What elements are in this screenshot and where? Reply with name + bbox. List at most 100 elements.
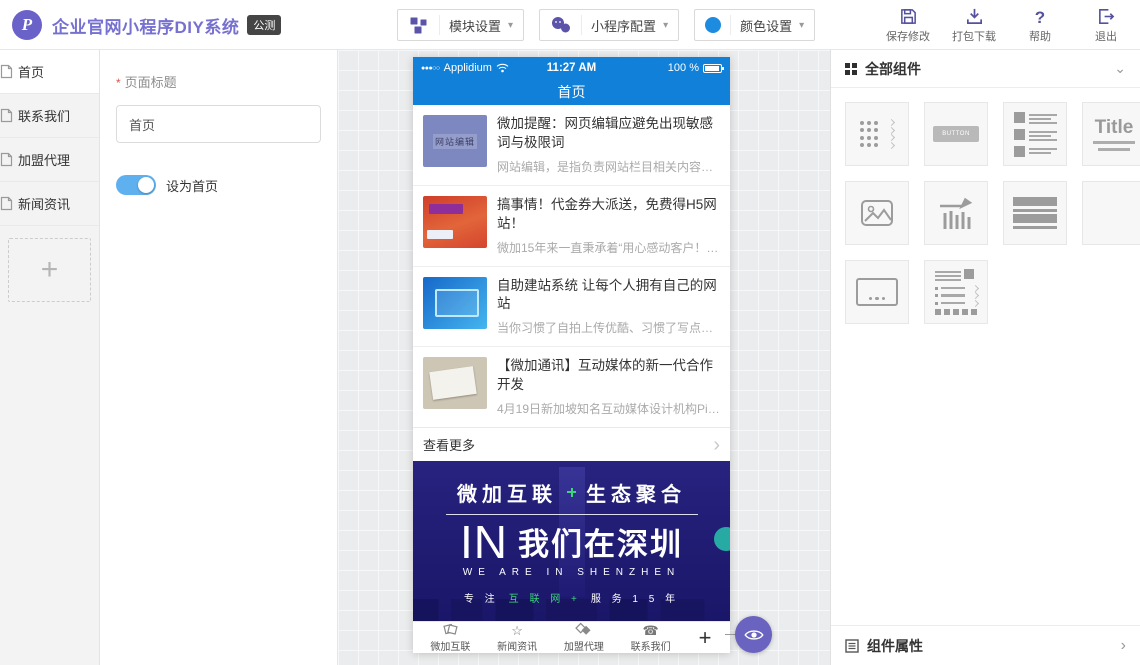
page-properties-panel: *页面标题 设为首页 xyxy=(100,50,338,665)
components-panel-title: 全部组件 xyxy=(865,59,921,79)
component-tile-chart[interactable] xyxy=(924,181,988,245)
news-item[interactable]: 【微加通讯】互动媒体的新一代合作开发 4月19日新加坡知名互动媒体设计机构Pin… xyxy=(413,346,730,427)
chart-arrow-component-icon xyxy=(938,197,974,229)
tab-news[interactable]: ☆ 新闻资讯 xyxy=(484,622,551,653)
news-item[interactable]: 搞事情！代金券大派送，免费得H5网站！ 微加15年来一直秉承着“用心感动客户！”… xyxy=(413,185,730,266)
components-panel-header[interactable]: 全部组件 ⌄ xyxy=(831,50,1140,88)
beta-badge: 公测 xyxy=(247,15,281,35)
component-tile-title[interactable]: Title xyxy=(1082,102,1140,166)
miniprogram-config-label: 小程序配置 xyxy=(591,16,656,35)
page-list-sidebar: 首页 联系我们 加盟代理 新闻资讯 + xyxy=(0,50,100,665)
sidebar-item-contact[interactable]: 联系我们 xyxy=(0,94,99,138)
set-home-label: 设为首页 xyxy=(166,176,218,195)
set-home-toggle[interactable] xyxy=(116,175,156,195)
brand: P 企业官网小程序DIY系统 公测 xyxy=(12,10,281,40)
news-summary: 当你习惯了自拍上传优酷、习惯了写点小... xyxy=(497,319,720,336)
news-title: 【微加通讯】互动媒体的新一代合作开发 xyxy=(497,357,720,395)
component-tile-button[interactable]: BUTTON xyxy=(924,102,988,166)
color-settings-label: 颜色设置 xyxy=(740,16,792,35)
news-title: 自助建站系统 让每个人拥有自己的网站 xyxy=(497,277,720,315)
cards-icon xyxy=(442,622,459,637)
component-tile-article-list[interactable] xyxy=(924,260,988,324)
banner-title-left: 微加互联 xyxy=(457,478,557,507)
carrier-label: Applidium xyxy=(444,62,492,74)
exit-label: 退出 xyxy=(1095,28,1117,44)
design-canvas: ●●●○○ Applidium 11:27 AM 100 % 首页 网站编辑 微… xyxy=(338,50,830,665)
app-root: P 企业官网小程序DIY系统 公测 模块设置 ▾ xyxy=(0,0,1140,665)
color-settings-button[interactable]: 颜色设置 ▾ xyxy=(694,9,815,41)
chevron-right-icon: › xyxy=(1121,637,1126,655)
component-tile-carousel[interactable] xyxy=(845,260,909,324)
save-label: 保存修改 xyxy=(886,28,930,44)
image-component-icon xyxy=(860,198,894,228)
tab-agency[interactable]: 加盟代理 xyxy=(551,622,618,653)
sidebar-item-home[interactable]: 首页 xyxy=(0,50,99,94)
plus-icon: + xyxy=(41,253,59,287)
download-button[interactable]: 打包下载 xyxy=(948,7,1000,44)
sidebar-item-news[interactable]: 新闻资讯 xyxy=(0,182,99,226)
view-more-row[interactable]: 查看更多 › xyxy=(413,427,730,461)
sidebar-item-label: 新闻资讯 xyxy=(18,194,70,213)
component-tile-banner-rows[interactable] xyxy=(1003,181,1067,245)
page-title-input[interactable] xyxy=(116,105,321,143)
sidebar-item-agency[interactable]: 加盟代理 xyxy=(0,138,99,182)
component-tile-list[interactable] xyxy=(845,102,909,166)
color-circle-icon xyxy=(705,15,731,35)
signal-dots-icon: ●●●○○ xyxy=(421,65,440,72)
list-component-icon xyxy=(860,118,894,151)
set-home-row: 设为首页 xyxy=(116,175,321,195)
component-tile-image[interactable] xyxy=(845,181,909,245)
page-icon xyxy=(0,196,13,211)
title-component-icon: Title xyxy=(1095,118,1134,137)
page-icon xyxy=(0,108,13,123)
tab-label: 微加互联 xyxy=(430,638,470,653)
component-tile-image-text-list[interactable] xyxy=(1003,102,1067,166)
tab-weijia[interactable]: 微加互联 xyxy=(417,622,484,653)
image-text-list-component-icon xyxy=(1014,109,1057,160)
banner-plus-icon xyxy=(567,488,576,497)
miniprogram-config-button[interactable]: 小程序配置 ▾ xyxy=(539,9,679,41)
clock-label: 11:27 AM xyxy=(539,62,604,74)
banner-big-cn: 我们在深圳 xyxy=(518,519,683,564)
banner-tagline: 专 注 互 联 网 + 服 务 1 5 年 xyxy=(464,590,679,605)
wifi-icon xyxy=(496,63,509,73)
news-summary: 微加15年来一直秉承着“用心感动客户！”的... xyxy=(497,239,720,256)
app-logo-icon: P xyxy=(12,10,42,40)
component-properties-bar[interactable]: 组件属性 › xyxy=(831,625,1140,665)
module-settings-button[interactable]: 模块设置 ▾ xyxy=(397,9,524,41)
banner-teal-dot xyxy=(714,527,730,551)
phone-tab-bar: 微加互联 ☆ 新闻资讯 加盟代理 ☎ 联系我们 xyxy=(413,621,730,653)
news-thumbnail xyxy=(423,277,487,329)
battery-label: 100 % xyxy=(668,62,699,74)
phone-icon: ☎ xyxy=(643,622,659,637)
button-component-icon: BUTTON xyxy=(933,126,979,142)
news-item[interactable]: 网站编辑 微加提醒：网页编辑应避免出现敏感词与极限词 网站编辑，是指负责网站栏目… xyxy=(413,105,730,185)
app-title: 企业官网小程序DIY系统 xyxy=(52,13,239,38)
add-tab-button[interactable]: + xyxy=(684,625,726,651)
banner-title-right: 生态聚合 xyxy=(586,478,686,507)
help-icon: ? xyxy=(1035,7,1045,26)
exit-button[interactable]: 退出 xyxy=(1080,7,1132,44)
add-page-button[interactable]: + xyxy=(8,238,91,302)
article-list-component-icon xyxy=(935,269,978,315)
news-title: 微加提醒：网页编辑应避免出现敏感词与极限词 xyxy=(497,115,720,153)
help-button[interactable]: ? 帮助 xyxy=(1014,7,1066,44)
news-title: 搞事情！代金券大派送，免费得H5网站！ xyxy=(497,196,720,234)
tab-contact[interactable]: ☎ 联系我们 xyxy=(617,622,684,653)
component-tile-image-grid[interactable] xyxy=(1082,181,1140,245)
save-icon xyxy=(899,7,918,26)
tags-icon xyxy=(575,622,592,637)
toolbar-actions: 保存修改 打包下载 ? 帮助 退出 xyxy=(882,7,1132,44)
tab-label: 加盟代理 xyxy=(564,638,604,653)
eye-icon xyxy=(744,628,764,642)
banner-image[interactable]: 微加互联 生态聚合 IN 我们在深圳 WE ARE IN SHENZHEN 专 … xyxy=(413,461,730,621)
news-thumbnail xyxy=(423,196,487,248)
preview-eye-button[interactable] xyxy=(735,616,772,653)
phone-preview: ●●●○○ Applidium 11:27 AM 100 % 首页 网站编辑 微… xyxy=(413,57,730,653)
save-button[interactable]: 保存修改 xyxy=(882,7,934,44)
news-item[interactable]: 自助建站系统 让每个人拥有自己的网站 当你习惯了自拍上传优酷、习惯了写点小... xyxy=(413,266,730,347)
phone-nav-title: 首页 xyxy=(413,79,730,105)
carousel-component-icon xyxy=(856,278,898,306)
component-properties-title: 组件属性 xyxy=(867,636,923,656)
download-label: 打包下载 xyxy=(952,28,996,44)
